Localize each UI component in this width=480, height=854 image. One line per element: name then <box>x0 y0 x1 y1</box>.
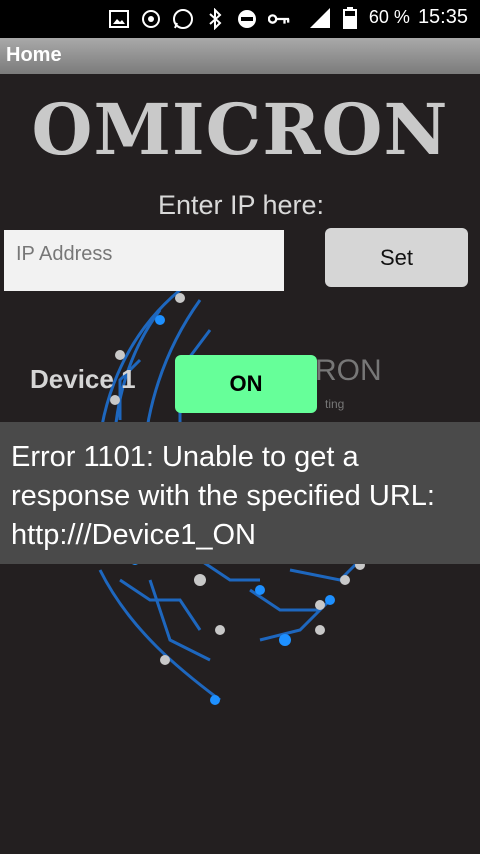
error-toast: Error 1101: Unable to get a response wit… <box>0 422 480 564</box>
on-button-label: ON <box>229 371 263 396</box>
sync-icon <box>140 8 162 30</box>
key-icon <box>268 8 290 30</box>
device-1-on-button[interactable]: ON <box>175 355 317 413</box>
image-icon <box>108 8 130 30</box>
set-button-label: Set <box>379 244 414 270</box>
battery-percent: 60 % <box>368 7 410 27</box>
notification-icons <box>108 8 290 30</box>
clock: 15:35 <box>417 6 468 28</box>
action-bar: Home <box>0 38 480 74</box>
system-status: 60 % 15:35 <box>309 6 468 29</box>
battery-icon <box>339 6 361 29</box>
whatsapp-icon <box>172 8 194 30</box>
set-ip-button[interactable]: Set <box>325 228 468 287</box>
ip-address-input[interactable] <box>4 230 284 291</box>
background-logo-text: RON <box>315 354 382 387</box>
device-1-label: Device 1 <box>30 364 136 394</box>
bluetooth-icon <box>204 8 226 30</box>
status-bar: 60 % 15:35 <box>0 0 480 38</box>
ip-prompt-label: Enter IP here: <box>157 190 325 220</box>
error-message: Error 1101: Unable to get a response wit… <box>11 441 435 551</box>
screen-title: Home <box>6 44 62 66</box>
do-not-disturb-icon <box>236 8 258 30</box>
signal-icon <box>309 7 331 29</box>
brand-title: OMICRON <box>31 88 449 171</box>
background-logo-subtext: ting <box>325 397 344 411</box>
